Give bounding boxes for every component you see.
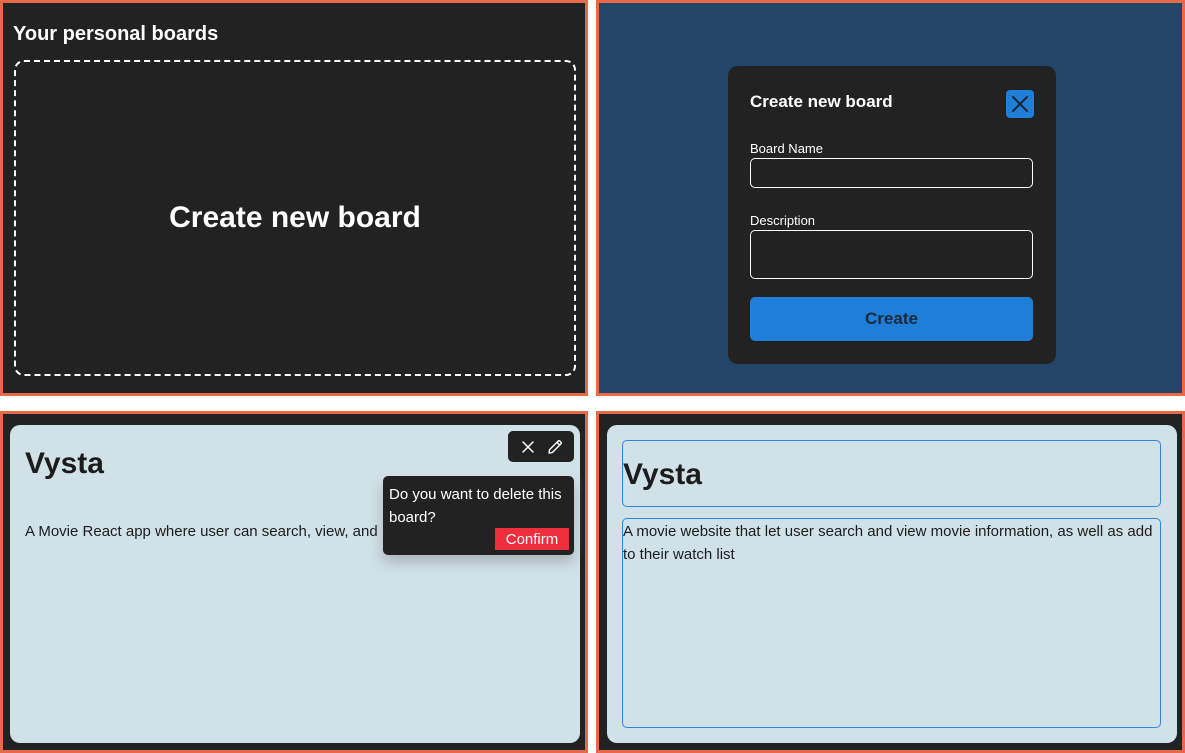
- edit-board-card: A movie website that let user search and…: [607, 425, 1177, 743]
- board-card[interactable]: Vysta A Movie React app where user can s…: [10, 425, 580, 743]
- card-actions: [508, 431, 574, 462]
- description-input[interactable]: [750, 230, 1033, 279]
- board-card-panel: Vysta A Movie React app where user can s…: [0, 411, 588, 753]
- close-icon[interactable]: [519, 438, 537, 456]
- board-title: Vysta: [25, 447, 104, 480]
- create-board-tile[interactable]: Create new board: [14, 60, 576, 376]
- create-modal-panel: Create new board Board Name Description …: [596, 0, 1185, 396]
- edit-card-panel: A movie website that let user search and…: [596, 411, 1185, 753]
- delete-confirm-popover: Do you want to delete this board? Confir…: [383, 476, 574, 555]
- create-board-tile-label: Create new board: [169, 201, 421, 234]
- section-title: Your personal boards: [13, 23, 219, 45]
- close-button[interactable]: [1006, 90, 1034, 118]
- board-name-input[interactable]: [750, 158, 1033, 188]
- edit-description-input[interactable]: A movie website that let user search and…: [622, 518, 1161, 728]
- create-board-modal: Create new board Board Name Description …: [728, 66, 1056, 364]
- confirm-button[interactable]: Confirm: [495, 528, 569, 550]
- close-icon: [1011, 95, 1029, 113]
- create-button[interactable]: Create: [750, 297, 1033, 341]
- board-name-label: Board Name: [750, 141, 823, 156]
- modal-title: Create new board: [750, 92, 893, 111]
- description-label: Description: [750, 213, 816, 228]
- edit-title-input[interactable]: [622, 440, 1161, 507]
- delete-prompt: Do you want to delete this board?: [389, 486, 562, 526]
- pencil-icon[interactable]: [546, 438, 564, 456]
- boards-panel: Your personal boards Create new board: [0, 0, 588, 396]
